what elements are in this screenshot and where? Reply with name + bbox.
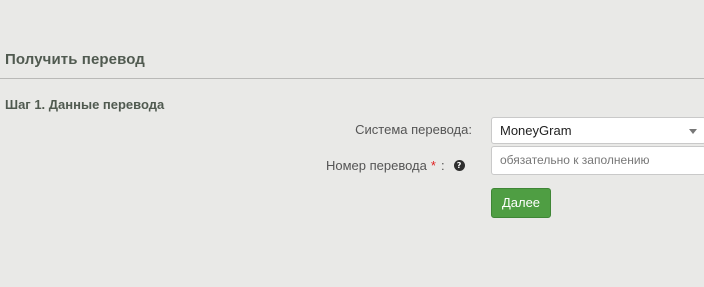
chevron-down-icon — [689, 129, 697, 134]
transfer-number-label-group: Номер перевода * : ? — [326, 158, 465, 173]
transfer-number-placeholder: обязательно к заполнению — [500, 153, 650, 167]
next-button[interactable]: Далее — [491, 188, 551, 218]
step-title: Шаг 1. Данные перевода — [5, 97, 165, 112]
required-mark: * — [430, 158, 436, 173]
question-circle-icon[interactable]: ? — [453, 160, 465, 171]
transfer-system-value: MoneyGram — [500, 123, 572, 138]
transfer-number-label: Номер перевода — [326, 158, 427, 173]
transfer-number-input[interactable]: обязательно к заполнению — [491, 146, 704, 175]
label-colon: : — [440, 158, 445, 173]
title-divider — [0, 78, 704, 79]
transfer-system-select[interactable]: MoneyGram — [491, 117, 704, 144]
page-title: Получить перевод — [5, 51, 145, 68]
transfer-system-label: Система перевода: — [355, 122, 472, 137]
page: Получить перевод Шаг 1. Данные перевода … — [0, 0, 704, 287]
